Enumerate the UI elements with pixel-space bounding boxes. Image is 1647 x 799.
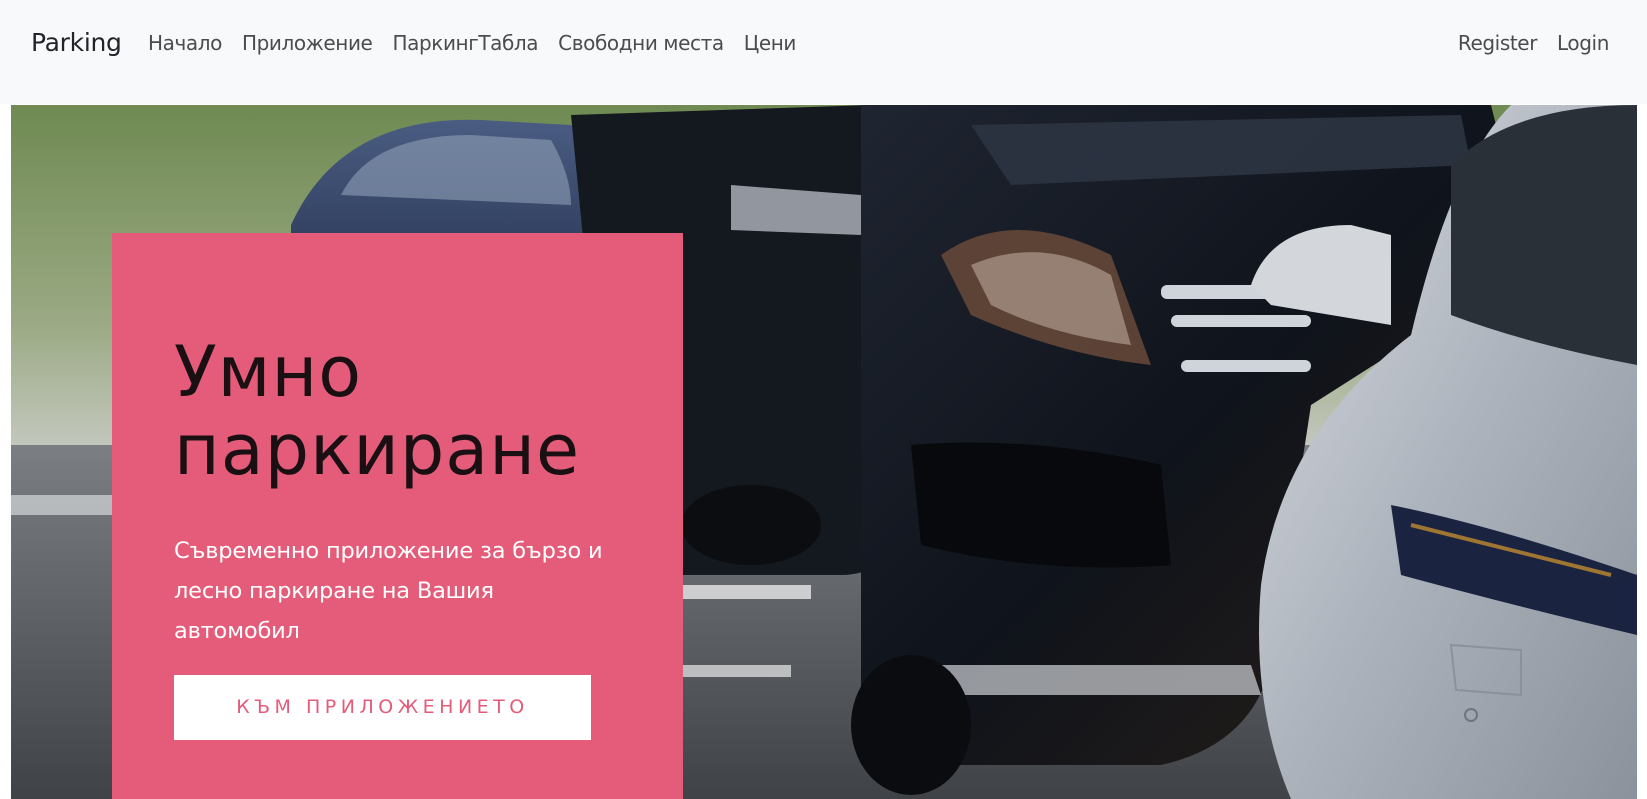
login-link[interactable]: Login: [1547, 31, 1609, 55]
hero-card: Умно паркиране Съвременно приложение за …: [112, 233, 683, 799]
nav-link-home[interactable]: Начало: [148, 31, 232, 55]
navbar: Parking Начало Приложение ПаркингТабла С…: [0, 0, 1647, 104]
hero-description: Съвременно приложение за бързо и лесно п…: [174, 538, 603, 644]
account-nav: Register Login: [1448, 31, 1610, 55]
brand-link[interactable]: Parking: [31, 28, 122, 57]
nav-link-parking-boards[interactable]: ПаркингТабла: [382, 31, 548, 55]
nav-link-prices[interactable]: Цени: [734, 31, 806, 55]
register-link[interactable]: Register: [1448, 31, 1547, 55]
main-nav: Начало Приложение ПаркингТабла Свободни …: [148, 31, 806, 55]
nav-link-free-spots[interactable]: Свободни места: [548, 31, 734, 55]
go-to-app-button[interactable]: КЪМ ПРИЛОЖЕНИЕТО: [174, 675, 591, 740]
nav-link-app[interactable]: Приложение: [232, 31, 382, 55]
hero-section: Умно паркиране Съвременно приложение за …: [11, 105, 1637, 799]
hero-title: Умно паркиране: [174, 331, 581, 491]
